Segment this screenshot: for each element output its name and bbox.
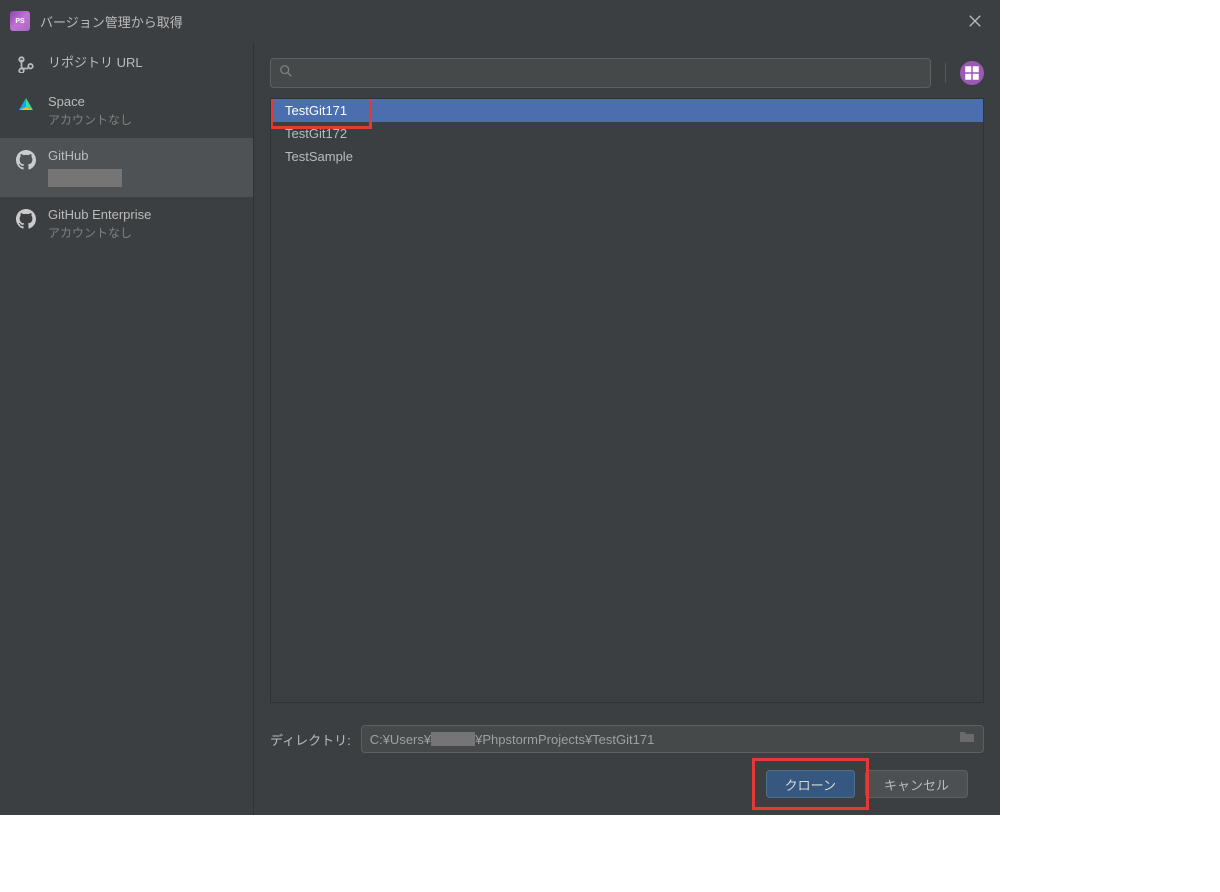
directory-value-post: ¥PhpstormProjects¥TestGit171 <box>475 732 654 747</box>
sidebar-item-github-enterprise[interactable]: GitHub Enterprise アカウントなし <box>0 197 253 251</box>
sidebar-item-sub: アカウントなし <box>48 111 132 128</box>
sidebar-item-label: Space <box>48 94 132 109</box>
cancel-button[interactable]: キャンセル <box>865 770 968 798</box>
sidebar-item-sub: アカウントなし <box>48 224 151 241</box>
sidebar-item-repo-url[interactable]: リポジトリ URL <box>0 42 253 84</box>
repo-item[interactable]: TestGit171 <box>271 99 983 122</box>
vcs-checkout-dialog: バージョン管理から取得 リポジトリ URL <box>0 0 1000 815</box>
sidebar-item-label: GitHub <box>48 148 122 163</box>
search-input[interactable] <box>301 66 922 81</box>
repo-list: TestGit171 TestGit172 TestSample <box>270 98 984 703</box>
separator <box>945 63 946 83</box>
avatar[interactable] <box>960 61 984 85</box>
repo-name: TestGit172 <box>285 126 347 141</box>
repo-item[interactable]: TestSample <box>271 145 983 168</box>
repo-name: TestSample <box>285 149 353 164</box>
titlebar: バージョン管理から取得 <box>0 0 1000 42</box>
main-panel: TestGit171 TestGit172 TestSample ディレクトリ:… <box>254 42 1000 815</box>
clone-button[interactable]: クローン <box>766 770 855 798</box>
search-box[interactable] <box>270 58 931 88</box>
close-icon <box>968 14 982 28</box>
account-redacted <box>48 169 122 187</box>
directory-label: ディレクトリ: <box>270 730 351 749</box>
space-icon <box>16 96 36 116</box>
sidebar-item-github[interactable]: GitHub <box>0 138 253 197</box>
github-icon <box>16 150 36 170</box>
repo-name: TestGit171 <box>285 103 347 118</box>
phpstorm-icon <box>10 11 30 31</box>
sidebar: リポジトリ URL Space アカウントなし <box>0 42 254 815</box>
close-button[interactable] <box>960 6 990 36</box>
sidebar-item-label: リポジトリ URL <box>48 52 143 71</box>
folder-icon[interactable] <box>959 729 975 750</box>
github-icon <box>16 209 36 229</box>
sidebar-item-space[interactable]: Space アカウントなし <box>0 84 253 138</box>
dialog-title: バージョン管理から取得 <box>40 12 183 31</box>
directory-input-wrap[interactable]: C:¥Users¥ ¥PhpstormProjects¥TestGit171 <box>361 725 984 753</box>
directory-redacted <box>431 732 475 746</box>
sidebar-item-label: GitHub Enterprise <box>48 207 151 222</box>
directory-value-pre: C:¥Users¥ <box>370 732 431 747</box>
search-icon <box>279 64 293 83</box>
repo-item[interactable]: TestGit172 <box>271 122 983 145</box>
footer: クローン キャンセル <box>270 753 984 815</box>
branch-icon <box>16 54 36 74</box>
